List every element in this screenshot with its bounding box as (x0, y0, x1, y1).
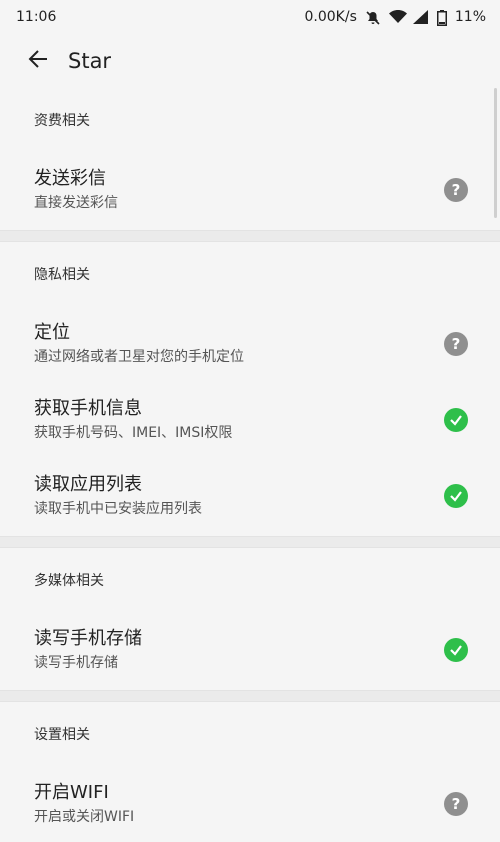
status-time: 11:06 (16, 9, 57, 25)
permission-title: 获取手机信息 (34, 398, 142, 419)
permission-title: 读写手机存储 (34, 628, 142, 649)
permission-title: 读取应用列表 (34, 474, 142, 495)
check-circle-icon[interactable] (444, 408, 468, 432)
section-divider (0, 536, 500, 548)
help-icon[interactable]: ? (444, 792, 468, 816)
permission-item-wifi[interactable]: 开启WIFI 开启或关闭WIFI ? (0, 766, 500, 842)
page-title: Star (68, 49, 112, 73)
permission-subtitle: 开启或关闭WIFI (34, 809, 135, 825)
check-circle-icon[interactable] (444, 484, 468, 508)
signal-icon (412, 10, 429, 24)
section-divider (0, 690, 500, 702)
status-bar: 11:06 0.00K/s 11% (0, 0, 500, 34)
section-header-media: 多媒体相关 (34, 573, 104, 589)
section-divider (0, 230, 500, 242)
permission-subtitle: 通过网络或者卫星对您的手机定位 (34, 349, 244, 365)
permission-title: 定位 (34, 322, 70, 343)
permission-list: 资费相关 发送彩信 直接发送彩信 ? 隐私相关 定位 通过网络或者卫星对您的手机… (0, 88, 500, 842)
permission-item-send-mms[interactable]: 发送彩信 直接发送彩信 ? (0, 152, 500, 228)
permission-subtitle: 读取手机中已安装应用列表 (34, 501, 202, 517)
permission-subtitle: 获取手机号码、IMEI、IMSI权限 (34, 425, 233, 441)
battery-icon (436, 10, 447, 26)
section-header-fees: 资费相关 (34, 113, 90, 129)
permission-subtitle: 读写手机存储 (34, 655, 118, 671)
permission-item-phone-info[interactable]: 获取手机信息 获取手机号码、IMEI、IMSI权限 (0, 382, 500, 458)
mute-bell-icon (365, 10, 381, 25)
network-speed: 0.00K/s (304, 9, 357, 25)
status-right: 0.00K/s 11% (304, 9, 486, 26)
permission-item-storage[interactable]: 读写手机存储 读写手机存储 (0, 612, 500, 688)
permission-item-location[interactable]: 定位 通过网络或者卫星对您的手机定位 ? (0, 306, 500, 382)
help-icon[interactable]: ? (444, 332, 468, 356)
permission-item-app-list[interactable]: 读取应用列表 读取手机中已安装应用列表 (0, 458, 500, 534)
app-bar: Star (0, 34, 500, 88)
battery-percent: 11% (454, 9, 486, 25)
permission-title: 开启WIFI (34, 782, 109, 803)
arrow-left-icon (27, 48, 49, 74)
permission-title: 发送彩信 (34, 168, 106, 189)
check-circle-icon[interactable] (444, 638, 468, 662)
permission-subtitle: 直接发送彩信 (34, 195, 118, 211)
wifi-icon (388, 10, 407, 24)
section-header-settings: 设置相关 (34, 727, 90, 743)
back-button[interactable] (10, 34, 66, 88)
help-icon[interactable]: ? (444, 178, 468, 202)
section-header-privacy: 隐私相关 (34, 267, 90, 283)
